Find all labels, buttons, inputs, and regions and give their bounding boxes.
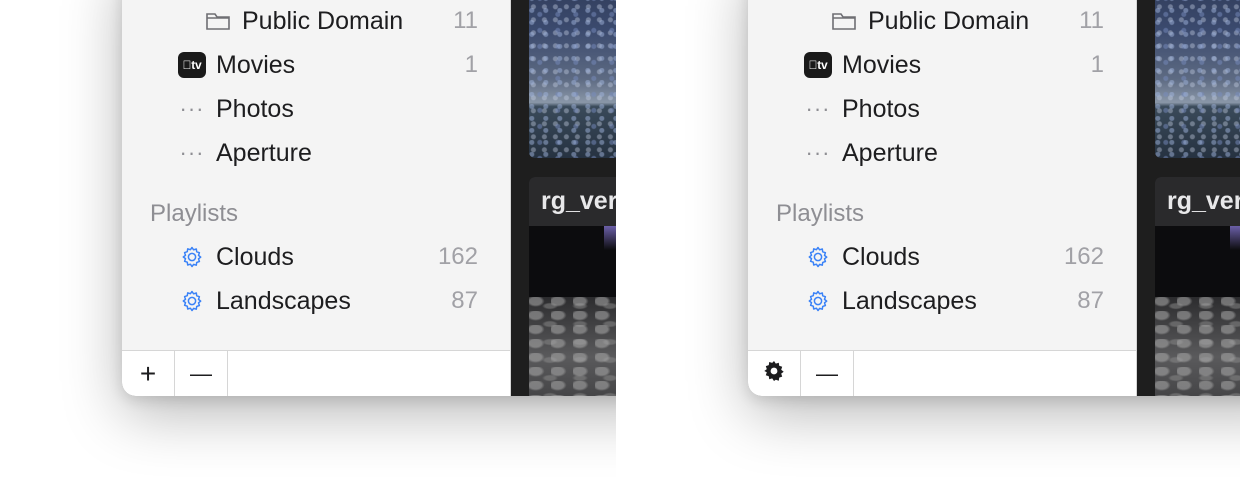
app-window: Public Domain 11 tv Movies 1 ··· Photos… — [748, 0, 1240, 396]
sidebar-item-label: Movies — [842, 50, 922, 79]
sidebar-item-landscapes[interactable]: Landscapes 87 — [748, 281, 1136, 321]
item-count: 87 — [1077, 287, 1104, 314]
sidebar-item-movies[interactable]: tv Movies 1 — [122, 45, 510, 85]
app-window: Public Domain 11 tv Movies 1 ··· Photos… — [122, 0, 616, 396]
media-grid: rg_ver — [511, 0, 616, 396]
item-count: 11 — [1079, 7, 1104, 34]
sidebar-item-aperture[interactable]: ··· Aperture — [122, 133, 510, 173]
sidebar-item-aperture[interactable]: ··· Aperture — [748, 133, 1136, 173]
sidebar-bottom-toolbar: + — — [122, 350, 510, 396]
sidebar-item-label: Photos — [216, 94, 294, 123]
sidebar-item-clouds[interactable]: Clouds 162 — [122, 237, 510, 277]
sidebar-item-clouds[interactable]: Clouds 162 — [748, 237, 1136, 277]
sidebar-item-label: Landscapes — [842, 286, 977, 315]
sidebar-item-label: Clouds — [842, 242, 920, 271]
gear-icon — [804, 281, 832, 321]
item-count: 1 — [1090, 51, 1104, 78]
ellipsis-icon: ··· — [805, 96, 831, 121]
thumbnail-title: rg_ver — [529, 177, 616, 226]
sidebar-item-landscapes[interactable]: Landscapes 87 — [122, 281, 510, 321]
thumbnail-title: rg_ver — [1155, 177, 1240, 226]
ellipsis-icon: ··· — [179, 140, 205, 165]
item-count: 162 — [1063, 243, 1104, 270]
gear-icon — [804, 237, 832, 277]
ellipsis-icon: ··· — [805, 140, 831, 165]
playlists-section-header: Playlists — [776, 200, 865, 227]
sidebar-item-label: Movies — [216, 50, 296, 79]
sidebar-item-public-domain[interactable]: Public Domain 11 — [748, 1, 1136, 41]
plus-icon: + — [139, 357, 157, 389]
sidebar-item-movies[interactable]: tv Movies 1 — [748, 45, 1136, 85]
apple-tv-icon: tv — [178, 45, 206, 85]
item-count: 87 — [451, 287, 478, 314]
sidebar-item-label: Public Domain — [242, 6, 404, 35]
folder-icon — [204, 1, 232, 41]
sidebar-item-label: Photos — [842, 94, 920, 123]
ellipsis-icon: ··· — [179, 96, 205, 121]
sidebar-item-photos[interactable]: ··· Photos — [122, 89, 510, 129]
sidebar-item-public-domain[interactable]: Public Domain 11 — [122, 1, 510, 41]
media-thumbnail[interactable] — [1155, 0, 1240, 158]
playlists-section-header: Playlists — [150, 200, 239, 227]
item-count: 11 — [453, 7, 478, 34]
right-screenshot-panel: Public Domain 11 tv Movies 1 ··· Photos… — [617, 0, 1240, 500]
sidebar-item-label: Landscapes — [216, 286, 351, 315]
sidebar-item-label: Public Domain — [868, 6, 1030, 35]
sidebar-item-label: Aperture — [216, 138, 312, 167]
media-thumbnail[interactable] — [529, 0, 616, 158]
media-thumbnail[interactable]: rg_ver — [529, 177, 616, 396]
media-thumbnail[interactable]: rg_ver — [1155, 177, 1240, 396]
sidebar-item-photos[interactable]: ··· Photos — [748, 89, 1136, 129]
add-button[interactable]: + — [122, 351, 175, 396]
sidebar-item-label: Aperture — [842, 138, 938, 167]
left-screenshot-panel: Public Domain 11 tv Movies 1 ··· Photos… — [0, 0, 616, 500]
item-count: 1 — [464, 51, 478, 78]
item-count: 162 — [437, 243, 478, 270]
gear-icon — [178, 237, 206, 277]
minus-icon: — — [816, 360, 838, 386]
gear-icon — [178, 281, 206, 321]
apple-tv-icon: tv — [804, 45, 832, 85]
sidebar-bottom-toolbar: — — [748, 350, 1136, 396]
sidebar: Public Domain 11 tv Movies 1 ··· Photos… — [122, 0, 511, 396]
sidebar: Public Domain 11 tv Movies 1 ··· Photos… — [748, 0, 1137, 396]
gear-icon — [762, 359, 786, 388]
media-grid: rg_ver — [1137, 0, 1240, 396]
minus-icon: — — [190, 360, 212, 386]
sidebar-item-label: Clouds — [216, 242, 294, 271]
folder-icon — [830, 1, 858, 41]
settings-button[interactable] — [748, 351, 801, 396]
remove-button[interactable]: — — [801, 351, 854, 396]
remove-button[interactable]: — — [175, 351, 228, 396]
